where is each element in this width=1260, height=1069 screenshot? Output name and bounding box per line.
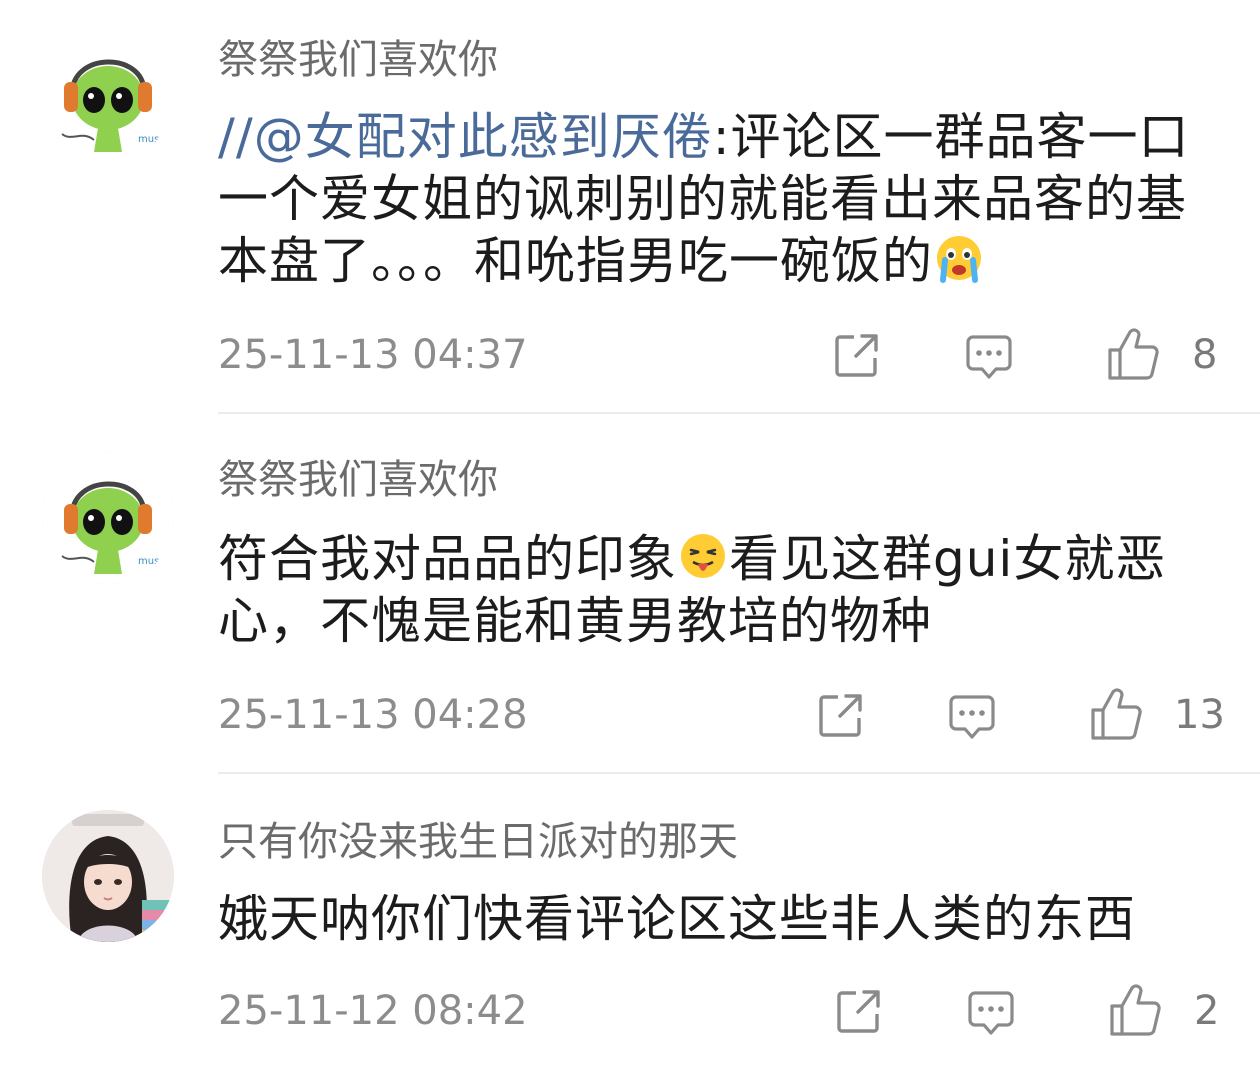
- avatar[interactable]: mus: [42, 30, 174, 162]
- share-icon[interactable]: [834, 986, 884, 1036]
- comment-item: 只有你没来我生日派对的那天 娥天呐你们快看评论区这些非人类的东西 25-11-1…: [0, 774, 1260, 1069]
- comment-item: mus 祭祭我们喜欢你 //@女配对此感到厌倦:评论区一群品客一口一个爱女姐的讽…: [0, 0, 1260, 414]
- comment-icon[interactable]: [964, 332, 1014, 382]
- comment-icon[interactable]: [966, 988, 1016, 1038]
- girl-photo-avatar-icon: [42, 810, 174, 942]
- alien-headphones-avatar-icon: mus: [42, 30, 174, 162]
- comment-item: mus 祭祭我们喜欢你 符合我对品品的印象 看见这群gui女就恶心，不愧是能和黄男…: [0, 414, 1260, 774]
- share-icon[interactable]: [832, 330, 882, 380]
- like-count: 2: [1194, 988, 1220, 1034]
- timestamp: 25-11-13 04:37: [218, 332, 528, 378]
- comment-text-body: 符合我对品品的印象: [218, 530, 677, 588]
- comment-text-body: 娥天呐你们快看评论区这些非人类的东西: [218, 890, 1136, 948]
- mention-link[interactable]: //@女配对此感到厌倦: [218, 108, 713, 166]
- username[interactable]: 只有你没来我生日派对的那天: [218, 820, 738, 864]
- username[interactable]: 祭祭我们喜欢你: [218, 458, 498, 502]
- crying-face-emoji-icon: [933, 232, 985, 284]
- timestamp: 25-11-13 04:28: [218, 692, 528, 738]
- svg-text:mus: mus: [138, 556, 159, 567]
- like-count: 8: [1192, 332, 1218, 378]
- tongue-out-face-emoji-icon: [677, 530, 729, 582]
- comment-text: //@女配对此感到厌倦:评论区一群品客一口一个爱女姐的讽刺别的就能看出来品客的基…: [218, 106, 1208, 292]
- like-count: 13: [1174, 692, 1225, 738]
- alien-headphones-avatar-icon: mus: [42, 452, 174, 584]
- avatar[interactable]: [42, 810, 174, 942]
- comment-text: 娥天呐你们快看评论区这些非人类的东西: [218, 888, 1208, 950]
- thumbs-up-icon[interactable]: [1089, 688, 1143, 742]
- avatar[interactable]: mus: [42, 452, 174, 584]
- username[interactable]: 祭祭我们喜欢你: [218, 38, 498, 82]
- comment-text: 符合我对品品的印象 看见这群gui女就恶心，不愧是能和黄男教培的物种: [218, 528, 1208, 652]
- thumbs-up-icon[interactable]: [1106, 328, 1160, 382]
- comment-icon[interactable]: [947, 692, 997, 742]
- thumbs-up-icon[interactable]: [1108, 984, 1162, 1038]
- timestamp: 25-11-12 08:42: [218, 988, 528, 1034]
- svg-text:mus: mus: [138, 134, 159, 145]
- share-icon[interactable]: [816, 690, 866, 740]
